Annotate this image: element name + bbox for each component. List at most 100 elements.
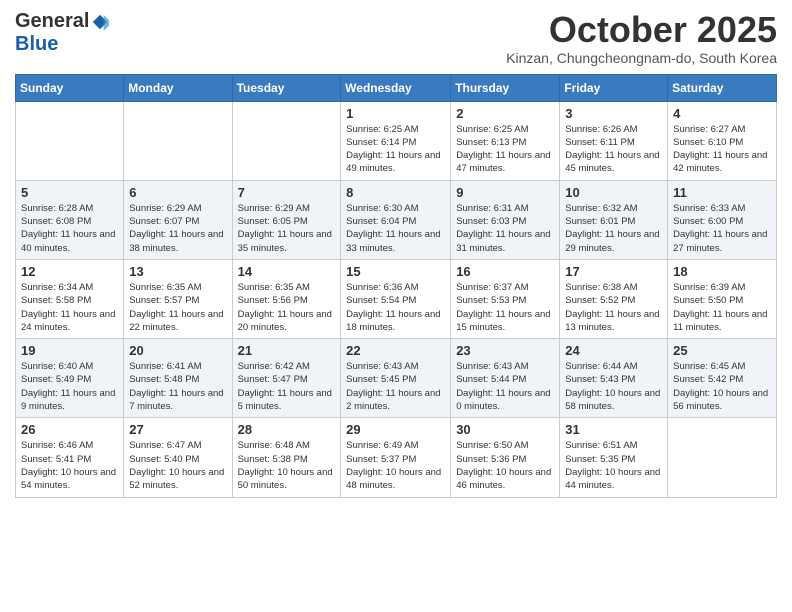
day-info: Sunrise: 6:50 AM Sunset: 5:36 PM Dayligh… [456,439,554,492]
calendar-cell: 16 Sunrise: 6:37 AM Sunset: 5:53 PM Dayli… [451,259,560,338]
calendar-cell: 4 Sunrise: 6:27 AM Sunset: 6:10 PM Daylig… [668,101,777,180]
logo: General Blue [15,10,109,56]
calendar-cell: 15 Sunrise: 6:36 AM Sunset: 5:54 PM Dayli… [341,259,451,338]
calendar-cell [16,101,124,180]
calendar-cell [124,101,232,180]
day-number: 24 [565,343,662,358]
weekday-header-monday: Monday [124,74,232,101]
calendar-cell: 3 Sunrise: 6:26 AM Sunset: 6:11 PM Daylig… [560,101,668,180]
calendar-week-row: 1 Sunrise: 6:25 AM Sunset: 6:14 PM Daylig… [16,101,777,180]
logo-blue-text: Blue [15,33,58,56]
calendar-cell: 5Sunrise: 6:28 AM Sunset: 6:08 PM Daylig… [16,180,124,259]
day-info: Sunrise: 6:40 AM Sunset: 5:49 PM Dayligh… [21,360,118,413]
day-info: Sunrise: 6:25 AM Sunset: 6:14 PM Dayligh… [346,123,445,176]
day-number: 2 [456,106,554,121]
calendar-table: SundayMondayTuesdayWednesdayThursdayFrid… [15,74,777,498]
day-info: Sunrise: 6:43 AM Sunset: 5:44 PM Dayligh… [456,360,554,413]
calendar-cell: 11Sunrise: 6:33 AM Sunset: 6:00 PM Dayli… [668,180,777,259]
calendar-cell: 6Sunrise: 6:29 AM Sunset: 6:07 PM Daylig… [124,180,232,259]
calendar-cell: 8 Sunrise: 6:30 AM Sunset: 6:04 PM Daylig… [341,180,451,259]
calendar-cell: 23 Sunrise: 6:43 AM Sunset: 5:44 PM Dayli… [451,339,560,418]
day-number: 20 [129,343,226,358]
calendar-cell: 27 Sunrise: 6:47 AM Sunset: 5:40 PM Dayli… [124,418,232,497]
day-info: Sunrise: 6:27 AM Sunset: 6:10 PM Dayligh… [673,123,771,176]
day-info: Sunrise: 6:38 AM Sunset: 5:52 PM Dayligh… [565,281,662,334]
day-number: 19 [21,343,118,358]
day-number: 21 [238,343,336,358]
logo-general-text: General [15,10,89,33]
calendar-cell: 13 Sunrise: 6:35 AM Sunset: 5:57 PM Dayli… [124,259,232,338]
weekday-header-tuesday: Tuesday [232,74,341,101]
calendar-cell: 25 Sunrise: 6:45 AM Sunset: 5:42 PM Dayli… [668,339,777,418]
day-number: 4 [673,106,771,121]
calendar-cell: 20Sunrise: 6:41 AM Sunset: 5:48 PM Dayli… [124,339,232,418]
day-number: 30 [456,422,554,437]
calendar-cell: 19 Sunrise: 6:40 AM Sunset: 5:49 PM Dayli… [16,339,124,418]
day-info: Sunrise: 6:35 AM Sunset: 5:56 PM Dayligh… [238,281,336,334]
day-info: Sunrise: 6:47 AM Sunset: 5:40 PM Dayligh… [129,439,226,492]
calendar-week-row: 19 Sunrise: 6:40 AM Sunset: 5:49 PM Dayli… [16,339,777,418]
day-info: Sunrise: 6:42 AM Sunset: 5:47 PM Dayligh… [238,360,336,413]
calendar-cell: 9 Sunrise: 6:31 AM Sunset: 6:03 PM Daylig… [451,180,560,259]
day-info: Sunrise: 6:51 AM Sunset: 5:35 PM Dayligh… [565,439,662,492]
day-number: 7 [238,185,336,200]
calendar-cell: 29 Sunrise: 6:49 AM Sunset: 5:37 PM Dayli… [341,418,451,497]
day-number: 1 [346,106,445,121]
month-title: October 2025 [506,10,777,50]
day-number: 18 [673,264,771,279]
day-number: 29 [346,422,445,437]
day-number: 10 [565,185,662,200]
day-number: 9 [456,185,554,200]
day-number: 5 [21,185,118,200]
day-number: 31 [565,422,662,437]
calendar-cell: 31 Sunrise: 6:51 AM Sunset: 5:35 PM Dayli… [560,418,668,497]
weekday-header-wednesday: Wednesday [341,74,451,101]
day-number: 8 [346,185,445,200]
calendar-cell: 2 Sunrise: 6:25 AM Sunset: 6:13 PM Daylig… [451,101,560,180]
day-info: Sunrise: 6:25 AM Sunset: 6:13 PM Dayligh… [456,123,554,176]
day-info: Sunrise: 6:48 AM Sunset: 5:38 PM Dayligh… [238,439,336,492]
day-info: Sunrise: 6:31 AM Sunset: 6:03 PM Dayligh… [456,202,554,255]
weekday-header-saturday: Saturday [668,74,777,101]
weekday-header-friday: Friday [560,74,668,101]
calendar-cell: 28 Sunrise: 6:48 AM Sunset: 5:38 PM Dayli… [232,418,341,497]
calendar-cell: 30 Sunrise: 6:50 AM Sunset: 5:36 PM Dayli… [451,418,560,497]
calendar-week-row: 5Sunrise: 6:28 AM Sunset: 6:08 PM Daylig… [16,180,777,259]
calendar-cell: 22 Sunrise: 6:43 AM Sunset: 5:45 PM Dayli… [341,339,451,418]
calendar-cell: 26Sunrise: 6:46 AM Sunset: 5:41 PM Dayli… [16,418,124,497]
logo-icon [91,13,109,31]
weekday-header-thursday: Thursday [451,74,560,101]
day-number: 16 [456,264,554,279]
day-info: Sunrise: 6:49 AM Sunset: 5:37 PM Dayligh… [346,439,445,492]
day-number: 17 [565,264,662,279]
day-info: Sunrise: 6:43 AM Sunset: 5:45 PM Dayligh… [346,360,445,413]
calendar-cell: 14Sunrise: 6:35 AM Sunset: 5:56 PM Dayli… [232,259,341,338]
day-number: 23 [456,343,554,358]
calendar-week-row: 26Sunrise: 6:46 AM Sunset: 5:41 PM Dayli… [16,418,777,497]
day-info: Sunrise: 6:37 AM Sunset: 5:53 PM Dayligh… [456,281,554,334]
day-number: 3 [565,106,662,121]
day-number: 25 [673,343,771,358]
calendar-cell: 17 Sunrise: 6:38 AM Sunset: 5:52 PM Dayli… [560,259,668,338]
day-number: 27 [129,422,226,437]
calendar-week-row: 12Sunrise: 6:34 AM Sunset: 5:58 PM Dayli… [16,259,777,338]
day-info: Sunrise: 6:32 AM Sunset: 6:01 PM Dayligh… [565,202,662,255]
day-number: 28 [238,422,336,437]
weekday-header-sunday: Sunday [16,74,124,101]
day-info: Sunrise: 6:30 AM Sunset: 6:04 PM Dayligh… [346,202,445,255]
calendar-cell [232,101,341,180]
day-number: 15 [346,264,445,279]
weekday-header-row: SundayMondayTuesdayWednesdayThursdayFrid… [16,74,777,101]
calendar-cell [668,418,777,497]
day-number: 22 [346,343,445,358]
day-number: 13 [129,264,226,279]
day-number: 12 [21,264,118,279]
day-info: Sunrise: 6:35 AM Sunset: 5:57 PM Dayligh… [129,281,226,334]
day-info: Sunrise: 6:45 AM Sunset: 5:42 PM Dayligh… [673,360,771,413]
calendar-cell: 18 Sunrise: 6:39 AM Sunset: 5:50 PM Dayli… [668,259,777,338]
day-number: 11 [673,185,771,200]
day-info: Sunrise: 6:36 AM Sunset: 5:54 PM Dayligh… [346,281,445,334]
day-info: Sunrise: 6:44 AM Sunset: 5:43 PM Dayligh… [565,360,662,413]
day-info: Sunrise: 6:39 AM Sunset: 5:50 PM Dayligh… [673,281,771,334]
day-info: Sunrise: 6:26 AM Sunset: 6:11 PM Dayligh… [565,123,662,176]
